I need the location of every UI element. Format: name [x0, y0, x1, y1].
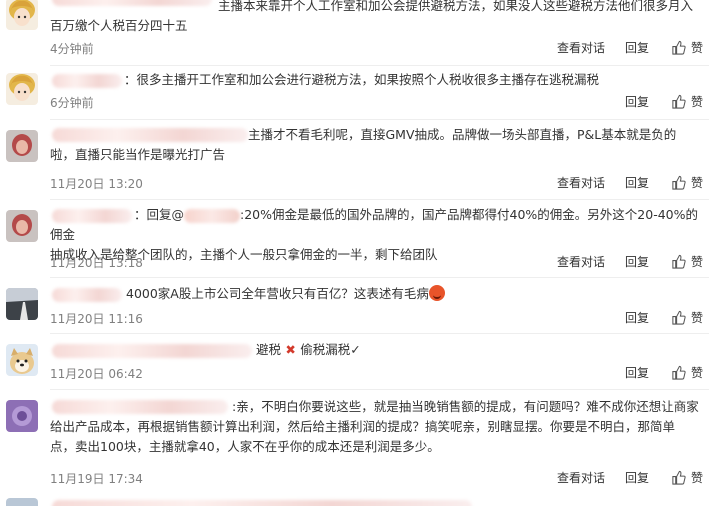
comment-item-partial [0, 494, 721, 506]
like-label: 赞 [690, 471, 703, 485]
comment-time: 11月20日 11:16 [50, 312, 143, 326]
comment-text: ：很多主播开工作室和加公会进行避税方法，如果按照个人税收很多主播存在逃税漏税 [124, 72, 600, 87]
comment-item: 主播本来靠开个人工作室和加公会提供避税方法，如果没人这些避税方法他们很多月入 百… [0, 0, 721, 66]
comment-time: 11月20日 06:42 [50, 367, 143, 381]
like-label: 赞 [690, 95, 703, 109]
thumbs-up-icon [672, 365, 686, 380]
view-conversation-button[interactable]: 查看对话 [557, 469, 605, 486]
comment-actions: 查看对话 回复 赞 [537, 39, 703, 56]
dog-avatar-icon[interactable] [6, 344, 38, 376]
like-button[interactable]: 赞 [671, 469, 703, 486]
thumbs-up-icon [672, 310, 686, 325]
comment-item: :亲，不明白你要说这些，就是抽当晚销售额的提成，有问题吗？难不成你还想让商家 给… [0, 390, 721, 490]
like-button[interactable]: 赞 [671, 364, 703, 381]
thumbs-up-icon [672, 470, 686, 485]
comment-item: ：很多主播开工作室和加公会进行避税方法，如果按照个人税收很多主播存在逃税漏税 6… [0, 66, 721, 120]
portrait-avatar-icon[interactable] [6, 130, 38, 162]
thumbs-up-icon [672, 40, 686, 55]
reply-button[interactable]: 回复 [625, 93, 649, 110]
portrait-avatar-icon[interactable] [6, 210, 38, 242]
comment-time: 11月20日 13:18 [50, 256, 143, 270]
like-label: 赞 [690, 311, 703, 325]
comment-item: 避税 ✖ 偷税漏税✓ 11月20日 06:42 回复 赞 [0, 334, 721, 390]
comment-item: 主播才不看毛利呢，直接GMV抽成。品牌做一场头部直播，P&L基本就是负的 啦，直… [0, 120, 721, 200]
comment-text: 4000家A股上市公司全年营收只有百亿？这表述有毛病 [50, 284, 705, 304]
cartoon-girl-avatar-icon[interactable] [6, 73, 38, 105]
reply-button[interactable]: 回复 [625, 39, 649, 56]
blurred-username[interactable] [52, 500, 472, 506]
like-button[interactable]: 赞 [671, 93, 703, 110]
comment-text: :亲，不明白你要说这些，就是抽当晚销售额的提成，有问题吗？难不成你还想让商家 给… [50, 399, 699, 454]
comment-actions: 查看对话 回复 赞 [537, 253, 703, 270]
comment-item: 4000家A股上市公司全年营收只有百亿？这表述有毛病 11月20日 11:16 … [0, 278, 721, 334]
comment-actions: 查看对话 回复 赞 [537, 174, 703, 191]
like-button[interactable]: 赞 [671, 174, 703, 191]
thumbs-up-icon [672, 254, 686, 269]
purple-avatar-icon[interactable] [6, 400, 38, 432]
blurred-mention[interactable] [184, 208, 241, 223]
comment-text: 避税 ✖ 偷税漏税✓ [256, 342, 361, 357]
comment-text: 主播本来靠开个人工作室和加公会提供避税方法，如果没人这些避税方法他们很多月入 百… [50, 0, 694, 33]
comment-actions: 查看对话 回复 赞 [537, 469, 703, 486]
like-button[interactable]: 赞 [671, 253, 703, 270]
comment-item: ：回复@:20%佣金是最低的国外品牌的，国产品牌都得付40%的佣金。另外这个20… [0, 200, 721, 278]
like-label: 赞 [690, 41, 703, 55]
reply-button[interactable]: 回复 [625, 469, 649, 486]
view-conversation-button[interactable]: 查看对话 [557, 174, 605, 191]
thumbs-up-icon [672, 175, 686, 190]
road-landscape-avatar-icon[interactable] [6, 288, 38, 320]
reply-button[interactable]: 回复 [625, 309, 649, 326]
like-label: 赞 [690, 366, 703, 380]
reply-button[interactable]: 回复 [625, 174, 649, 191]
view-conversation-button[interactable]: 查看对话 [557, 253, 605, 270]
comment-actions: 回复 赞 [605, 93, 703, 110]
like-button[interactable]: 赞 [671, 309, 703, 326]
avatar-icon[interactable] [6, 498, 38, 506]
reply-button[interactable]: 回复 [625, 364, 649, 381]
comment-actions: 回复 赞 [605, 309, 703, 326]
laughing-emoji-icon [428, 285, 445, 301]
like-label: 赞 [690, 176, 703, 190]
comment-time: 11月19日 17:34 [50, 472, 143, 486]
cartoon-girl-avatar-icon[interactable] [6, 0, 38, 30]
comment-time: 11月20日 13:20 [50, 177, 143, 191]
like-label: 赞 [690, 255, 703, 269]
cross-mark-icon: ✖ [281, 342, 301, 357]
thumbs-up-icon [672, 94, 686, 109]
reply-button[interactable]: 回复 [625, 253, 649, 270]
comment-time: 6分钟前 [50, 96, 94, 110]
comment-text: 主播才不看毛利呢，直接GMV抽成。品牌做一场头部直播，P&L基本就是负的 啦，直… [50, 127, 677, 162]
comment-time: 4分钟前 [50, 42, 94, 56]
comment-actions: 回复 赞 [605, 364, 703, 381]
like-button[interactable]: 赞 [671, 39, 703, 56]
view-conversation-button[interactable]: 查看对话 [557, 39, 605, 56]
